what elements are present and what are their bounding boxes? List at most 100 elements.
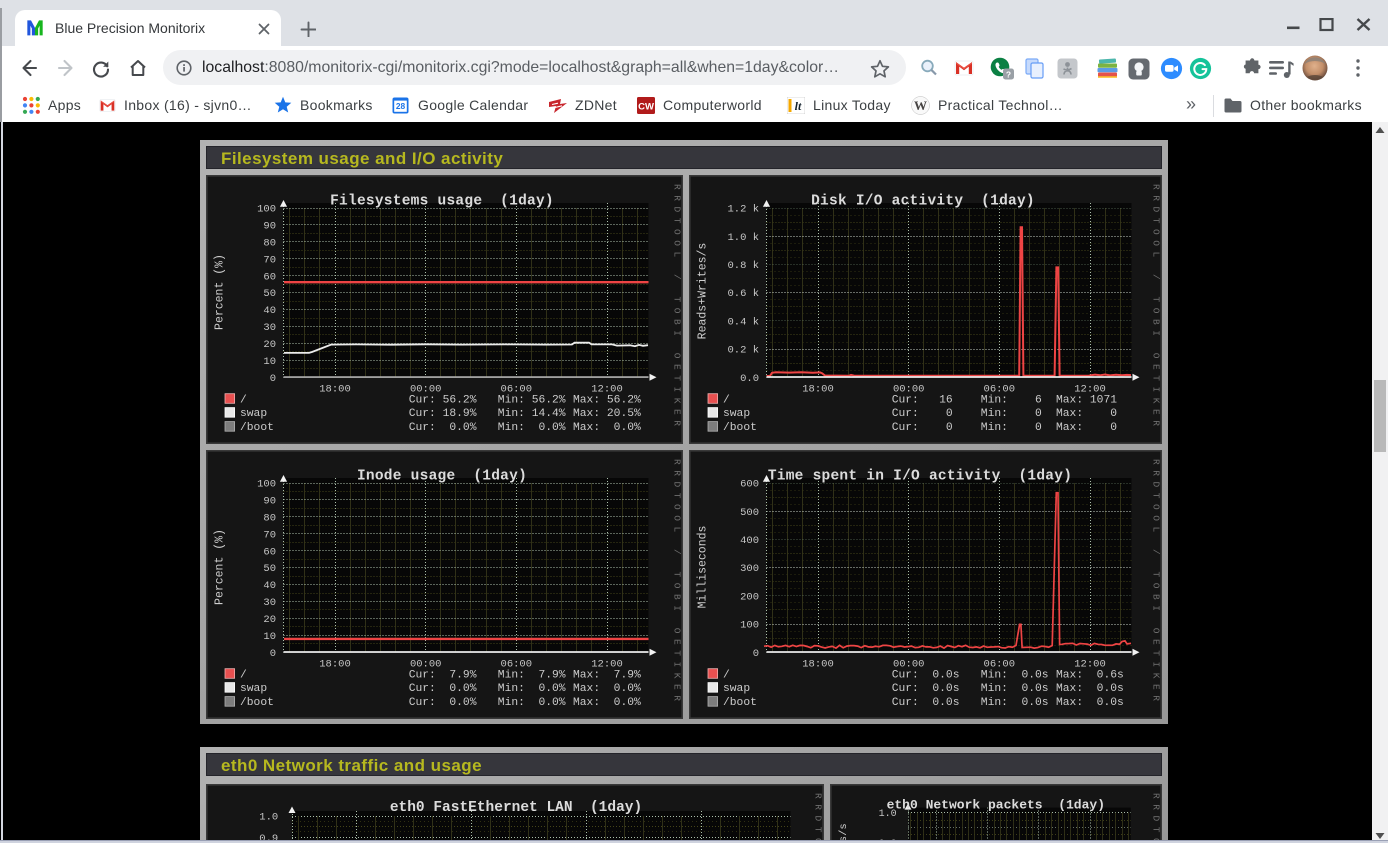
svg-text:Percent (%): Percent (%) (214, 254, 227, 330)
svg-text:Max: 0: Max: 0 (1056, 408, 1117, 420)
svg-text:18:00: 18:00 (802, 659, 834, 671)
svg-text:0: 0 (753, 648, 759, 660)
svg-text:Min: 14.4%: Min: 14.4% (498, 408, 566, 420)
svg-text:swap: swap (723, 408, 750, 420)
svg-text:Cur: 0.0%: Cur: 0.0% (409, 422, 477, 434)
svg-text:Max: 0.0s: Max: 0.0s (1056, 683, 1124, 695)
svg-text:?: ? (1006, 69, 1011, 79)
svg-text:10: 10 (263, 631, 276, 643)
svg-text:50: 50 (263, 288, 276, 300)
svg-text:0.6 k: 0.6 k (727, 288, 759, 300)
svg-text:Cur: 7.9%: Cur: 7.9% (409, 669, 477, 681)
svg-text:28: 28 (396, 101, 406, 111)
svg-text:RRDTOOL / TOBI OETIKER: RRDTOOL / TOBI OETIKER (672, 184, 683, 432)
svg-text:100: 100 (257, 479, 276, 491)
svg-text:0: 0 (270, 648, 276, 660)
svg-text:Filesystems usage (1day): Filesystems usage (1day) (330, 194, 554, 210)
svg-text:60: 60 (263, 271, 276, 283)
svg-text:40: 40 (263, 305, 276, 317)
svg-text:30: 30 (263, 597, 276, 609)
svg-text:Cur: 0: Cur: 0 (892, 408, 953, 420)
svg-text:90: 90 (263, 496, 276, 508)
svg-text:Cur: 0.0%: Cur: 0.0% (409, 697, 477, 709)
svg-text:Cur: 0.0s: Cur: 0.0s (892, 697, 960, 709)
svg-text:80: 80 (263, 513, 276, 525)
svg-text:/: / (240, 394, 247, 406)
svg-text:Cur: 0.0s: Cur: 0.0s (892, 669, 960, 681)
svg-text:Min: 0.0%: Min: 0.0% (498, 422, 566, 434)
svg-text:50: 50 (263, 563, 276, 575)
svg-text:Cur: 56.2%: Cur: 56.2% (409, 394, 477, 406)
svg-text:Max: 0.6s: Max: 0.6s (1056, 669, 1124, 681)
svg-text:Cur: 18.9%: Cur: 18.9% (409, 408, 477, 420)
svg-text:300: 300 (740, 563, 759, 575)
svg-text:swap: swap (723, 683, 750, 695)
svg-text:Max: 0.0%: Max: 0.0% (573, 697, 641, 709)
svg-text:RRDTOOL / TOBI OETIKER: RRDTOOL / TOBI OETIKER (672, 459, 683, 707)
svg-text:0.2 k: 0.2 k (727, 345, 759, 357)
svg-text:18:00: 18:00 (802, 384, 834, 396)
svg-text:Max: 0: Max: 0 (1056, 422, 1117, 434)
svg-text:Cur: 0.0%: Cur: 0.0% (409, 683, 477, 695)
svg-text:400: 400 (740, 535, 759, 547)
svg-text:Min: 56.2%: Min: 56.2% (498, 394, 566, 406)
svg-text:10: 10 (263, 356, 276, 368)
svg-text:200: 200 (740, 592, 759, 604)
svg-text:/boot: /boot (723, 697, 757, 709)
svg-text:80: 80 (263, 238, 276, 250)
svg-text:/: / (723, 394, 730, 406)
svg-text:Percent (%): Percent (%) (214, 529, 227, 605)
svg-text:CW: CW (638, 102, 654, 113)
svg-text:1.0 k: 1.0 k (727, 232, 759, 244)
svg-text:0.0: 0.0 (740, 373, 759, 385)
svg-text:Inode usage (1day): Inode usage (1day) (357, 469, 527, 485)
svg-text:500: 500 (740, 507, 759, 519)
svg-text:20: 20 (263, 339, 276, 351)
svg-text:swap: swap (240, 408, 267, 420)
svg-text:Min: 0.0s: Min: 0.0s (981, 683, 1049, 695)
svg-text:18:00: 18:00 (319, 384, 351, 396)
svg-text:70: 70 (263, 529, 276, 541)
svg-text:/boot: /boot (240, 422, 274, 434)
svg-text:/: / (723, 669, 730, 681)
svg-text:Max: 7.9%: Max: 7.9% (573, 669, 641, 681)
svg-text:30: 30 (263, 322, 276, 334)
svg-text:40: 40 (263, 580, 276, 592)
svg-text:/boot: /boot (240, 697, 274, 709)
svg-text:Reads+Writes/s: Reads+Writes/s (697, 243, 710, 340)
svg-text:W: W (914, 98, 927, 113)
svg-text:Min: 7.9%: Min: 7.9% (498, 669, 566, 681)
svg-text:Cur: 16: Cur: 16 (892, 394, 953, 406)
svg-text:1.0: 1.0 (259, 812, 278, 824)
svg-text:100: 100 (257, 204, 276, 216)
svg-text:100: 100 (740, 620, 759, 632)
svg-text:Max: 0.0%: Max: 0.0% (573, 422, 641, 434)
svg-text:Min: 0.0s: Min: 0.0s (981, 669, 1049, 681)
svg-text:Min: 0.0%: Min: 0.0% (498, 697, 566, 709)
svg-text:RRDTOOL / TOBI OETIKER: RRDTOOL / TOBI OETIKER (813, 793, 824, 843)
svg-text:90: 90 (263, 221, 276, 233)
svg-text:Cur: 0: Cur: 0 (892, 422, 953, 434)
svg-text:lt: lt (795, 99, 802, 113)
svg-text:RRDTOOL / TOBI OETIKER: RRDTOOL / TOBI OETIKER (1151, 184, 1162, 432)
svg-text:/boot: /boot (723, 422, 757, 434)
svg-text:eth0 Network packets (1day): eth0 Network packets (1day) (887, 798, 1105, 813)
svg-text:0.4 k: 0.4 k (727, 317, 759, 329)
svg-text:Max: 20.5%: Max: 20.5% (573, 408, 641, 420)
svg-text:Min: 0.0s: Min: 0.0s (981, 697, 1049, 709)
svg-text:Max: 0.0s: Max: 0.0s (1056, 697, 1124, 709)
svg-text:Cur: 0.0s: Cur: 0.0s (892, 683, 960, 695)
svg-text:60: 60 (263, 546, 276, 558)
svg-text:20: 20 (263, 614, 276, 626)
svg-text:Min: 0: Min: 0 (981, 408, 1042, 420)
svg-text:Max: 0.0%: Max: 0.0% (573, 683, 641, 695)
svg-text:/: / (240, 669, 247, 681)
svg-text:600: 600 (740, 479, 759, 491)
svg-text:0.8 k: 0.8 k (727, 260, 759, 272)
svg-text:RRDTOOL / TOBI OETIKER: RRDTOOL / TOBI OETIKER (1151, 793, 1162, 843)
svg-text:Min: 6: Min: 6 (981, 394, 1042, 406)
svg-text:eth0 FastEthernet LAN (1day): eth0 FastEthernet LAN (1day) (390, 800, 642, 816)
svg-text:70: 70 (263, 254, 276, 266)
svg-text:Milliseconds: Milliseconds (697, 526, 710, 609)
svg-text:Max: 56.2%: Max: 56.2% (573, 394, 641, 406)
